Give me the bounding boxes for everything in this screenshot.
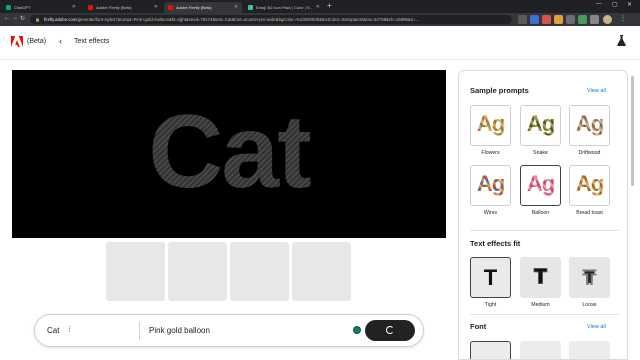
sample-prompt-preview: Ag (521, 169, 560, 199)
tab-label: Adobe Firefly (Beta) (96, 5, 132, 10)
sample-prompt-tile[interactable]: Ag (569, 105, 610, 146)
divider (139, 322, 140, 340)
sample-prompts-title: Sample prompts (470, 86, 529, 95)
chatgpt-favicon-icon (6, 5, 11, 10)
browser-tab-bar: ChatGPT ✕ Adobe Firefly (Beta) ✕ Adobe F… (0, 0, 640, 13)
url-path: /generate/font-styles?prompt=Pink+gold+b… (76, 17, 420, 22)
app-header: (Beta) ‹ Text effects (0, 26, 640, 60)
sample-prompt-label: Driftwood (578, 150, 601, 156)
tab-label: ChatGPT (14, 5, 31, 10)
fit-preview-glyph: T (584, 267, 595, 287)
tab-label: Adobe Firefly (Beta) (176, 5, 212, 10)
avatar[interactable] (603, 15, 612, 24)
sample-prompt-preview: Ag (570, 169, 609, 199)
adobe-favicon-icon (88, 5, 93, 10)
fit-preview-glyph: T (483, 264, 498, 290)
extension-icon[interactable] (578, 15, 587, 24)
sample-prompt-tile[interactable]: Ag (470, 105, 511, 146)
prompt-bar: Cat ⋮ Pink gold balloon (34, 314, 424, 347)
fit-preview-glyph: T (534, 266, 547, 288)
variation-thumbnail[interactable] (230, 242, 289, 301)
close-tab-icon[interactable]: ✕ (154, 2, 158, 13)
settings-panel: Sample prompts View all Ag Flowers Ag Snake… (458, 70, 628, 360)
generate-button[interactable] (365, 320, 415, 341)
browser-tab[interactable]: ChatGPT ✕ (2, 2, 80, 13)
fit-title: Text effects fit (470, 239, 521, 248)
back-arrow-icon[interactable]: ← (4, 15, 10, 21)
kebab-menu-icon[interactable]: ⋮ (620, 15, 626, 22)
fit-option-loose[interactable]: T (569, 257, 610, 298)
adobe-favicon-icon (168, 5, 173, 10)
font-view-all-link[interactable]: View all (587, 324, 606, 330)
panel-scrollbar[interactable] (631, 70, 635, 346)
sample-prompt-tile[interactable]: Ag (520, 165, 561, 206)
more-options-icon[interactable]: ⋮ (66, 325, 73, 333)
fit-option-medium[interactable]: T (520, 257, 561, 298)
back-chevron-icon[interactable]: ‹ (59, 36, 62, 46)
variation-thumbnail[interactable] (292, 242, 351, 301)
flask-icon[interactable] (617, 35, 626, 46)
browser-tab[interactable]: Emoji 3D Icon Pack | Color | S... ✕ (244, 2, 324, 13)
figma-favicon-icon (248, 5, 253, 10)
maximize-icon[interactable]: ▢ (612, 1, 618, 8)
minimize-icon[interactable]: — (596, 1, 602, 7)
prompt-input[interactable]: Pink gold balloon (149, 326, 210, 335)
sample-prompt-tile[interactable]: Ag (569, 165, 610, 206)
close-tab-icon[interactable]: ✕ (316, 2, 320, 13)
url-field[interactable]: 🔒 firefly.adobe.com/generate/font-styles… (30, 15, 512, 24)
divider (470, 314, 619, 315)
close-window-icon[interactable]: ✕ (627, 1, 632, 8)
font-option[interactable] (470, 341, 511, 359)
puzzle-icon[interactable] (590, 15, 599, 24)
sample-prompt-label: Bread toast (576, 210, 603, 216)
status-icon (353, 326, 361, 334)
close-tab-icon[interactable]: ✕ (72, 2, 76, 13)
fit-option-tight[interactable]: T (470, 257, 511, 298)
browser-tab[interactable]: Adobe Firefly (Beta) ✕ (84, 2, 162, 13)
sample-prompt-preview: Ag (471, 109, 510, 139)
text-effect-canvas[interactable]: Cat (12, 70, 446, 238)
font-option[interactable] (569, 341, 610, 359)
fit-option-label: Loose (582, 302, 597, 308)
close-tab-icon[interactable]: ✕ (234, 2, 238, 13)
browser-address-bar: ← → ↻ 🔒 firefly.adobe.com/generate/font-… (0, 13, 640, 26)
font-option[interactable] (520, 341, 561, 359)
sample-prompt-tile[interactable]: Ag (520, 105, 561, 146)
reload-icon[interactable]: ↻ (20, 15, 25, 22)
tab-label: Emoji 3D Icon Pack | Color | S... (256, 5, 313, 10)
canvas-text: Cat (12, 100, 446, 204)
adobe-logo-icon[interactable] (11, 36, 23, 47)
forward-arrow-icon[interactable]: → (12, 15, 18, 21)
divider (470, 230, 619, 231)
extension-icon[interactable] (542, 15, 551, 24)
url-host: firefly.adobe.com (44, 17, 77, 22)
text-input[interactable]: Cat (47, 326, 59, 335)
extension-icon[interactable] (566, 15, 575, 24)
scrollbar-thumb[interactable] (631, 76, 634, 186)
lock-icon: 🔒 (35, 17, 40, 22)
sample-prompt-preview: Ag (570, 109, 609, 139)
loading-spinner-icon (386, 326, 394, 334)
page-title: Text effects (74, 38, 110, 45)
sample-prompt-preview: Ag (471, 169, 510, 199)
sample-prompt-tile[interactable]: Ag (470, 165, 511, 206)
extension-icon[interactable] (554, 15, 563, 24)
sample-prompts-view-all-link[interactable]: View all (587, 88, 606, 94)
variation-thumbnail[interactable] (168, 242, 227, 301)
font-title: Font (470, 322, 487, 331)
beta-label: (Beta) (27, 38, 47, 45)
extension-icon[interactable] (530, 15, 539, 24)
sample-prompt-preview: Ag (521, 109, 560, 139)
variation-thumbnail[interactable] (106, 242, 165, 301)
browser-tab-active[interactable]: Adobe Firefly (Beta) ✕ (164, 2, 242, 13)
extension-icon[interactable] (518, 15, 527, 24)
new-tab-button[interactable]: + (327, 1, 332, 10)
